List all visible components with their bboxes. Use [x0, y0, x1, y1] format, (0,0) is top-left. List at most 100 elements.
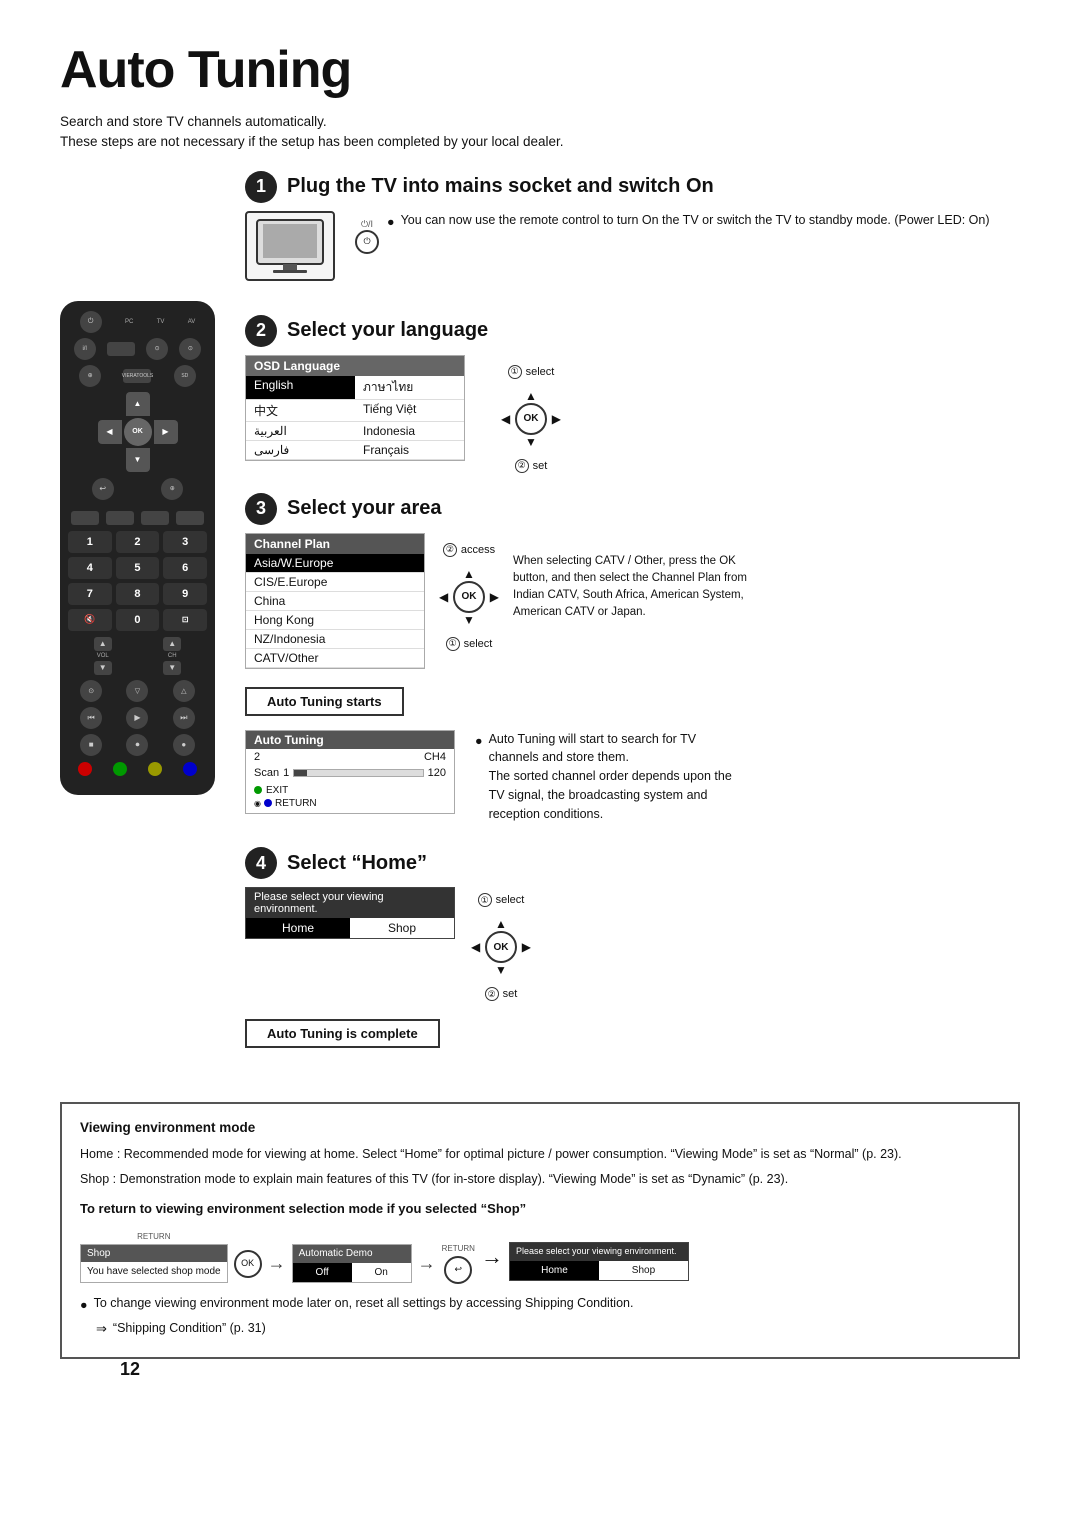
exit-btn[interactable]: EXIT: [254, 785, 446, 796]
ok-circle: OK: [515, 403, 547, 435]
demo-on[interactable]: On: [352, 1263, 411, 1283]
home-option[interactable]: Home: [246, 918, 350, 938]
shop-option2[interactable]: Shop: [599, 1261, 688, 1281]
intro-text: Search and store TV channels automatical…: [60, 112, 1020, 153]
channel-plan-header: Channel Plan: [246, 534, 424, 554]
auto-tuning-btn-label[interactable]: Auto Tuning starts: [245, 687, 404, 716]
dpad-right[interactable]: ▶: [154, 420, 178, 444]
flow-return-circle: ↩: [444, 1256, 472, 1284]
back-btn[interactable]: ↩: [92, 478, 114, 500]
dpad-left[interactable]: ◀: [98, 420, 122, 444]
num-1[interactable]: 1: [68, 531, 112, 553]
step-3-number: 3: [245, 493, 277, 525]
menu-btn[interactable]: ⊕: [79, 365, 101, 387]
ch-up[interactable]: ▲: [163, 637, 181, 651]
area-hongkong[interactable]: Hong Kong: [246, 611, 424, 630]
ff-btn[interactable]: ⏭: [173, 707, 195, 729]
green-btn[interactable]: [113, 762, 127, 776]
exit-label: EXIT: [266, 785, 288, 796]
viera-tools-btn[interactable]: VIERATOOLS: [123, 369, 151, 383]
num-8[interactable]: 8: [116, 583, 160, 605]
intro-line-2: These steps are not necessary if the set…: [60, 132, 1020, 152]
btn-row1-4[interactable]: [176, 511, 204, 525]
play-rew[interactable]: ▽: [126, 680, 148, 702]
auto-complete-label[interactable]: Auto Tuning is complete: [245, 1019, 440, 1048]
rec-btn[interactable]: ⏺: [126, 734, 148, 756]
lang-indonesia[interactable]: Indonesia: [355, 422, 464, 441]
ok-btn[interactable]: OK: [124, 418, 152, 446]
return-row: ◉ RETURN: [254, 798, 446, 809]
lang-english[interactable]: English: [246, 376, 355, 400]
lang-persian[interactable]: فارسی: [246, 441, 355, 460]
dpad[interactable]: ▲ ◀ OK ▶ ▼: [98, 392, 178, 472]
btn-row1-3[interactable]: [141, 511, 169, 525]
area-nz[interactable]: NZ/Indonesia: [246, 630, 424, 649]
vol-down[interactable]: ▼: [94, 661, 112, 675]
sd-btn[interactable]: SD: [174, 365, 196, 387]
num-7[interactable]: 7: [68, 583, 112, 605]
play-btn[interactable]: ▶: [126, 707, 148, 729]
area-china[interactable]: China: [246, 592, 424, 611]
auto-demo-header: Automatic Demo: [293, 1245, 411, 1263]
return-btn[interactable]: ⊕: [161, 478, 183, 500]
input-btn[interactable]: ⊙: [80, 680, 102, 702]
blue-dot: [264, 799, 272, 807]
lang-french[interactable]: Français: [355, 441, 464, 460]
btn-row1-2[interactable]: [106, 511, 134, 525]
ch-down[interactable]: ▼: [163, 661, 181, 675]
home-option2[interactable]: Home: [510, 1261, 599, 1281]
ok-circle-4: OK: [485, 931, 517, 963]
please-select-header2: Please select your viewing environment.: [510, 1243, 688, 1261]
num-5[interactable]: 5: [116, 557, 160, 579]
step2-set-label: set: [533, 460, 548, 472]
step-4-number: 4: [245, 847, 277, 879]
num-0[interactable]: 0: [116, 609, 160, 631]
auto-tuning-starts-btn[interactable]: Auto Tuning starts: [245, 679, 1020, 724]
area-cis[interactable]: CIS/E.Europe: [246, 573, 424, 592]
power-btn[interactable]: ⏻: [80, 311, 102, 333]
shop-option[interactable]: Shop: [350, 918, 454, 938]
red-btn[interactable]: [78, 762, 92, 776]
lang-chinese[interactable]: 中文: [246, 400, 355, 422]
stop-btn[interactable]: ■: [80, 734, 102, 756]
num-mute[interactable]: 🔇: [68, 609, 112, 631]
ch-label: CH4: [424, 751, 446, 763]
num-6[interactable]: 6: [163, 557, 207, 579]
num-2[interactable]: 2: [116, 531, 160, 553]
num-aspect[interactable]: ⊡: [163, 609, 207, 631]
page-title: Auto Tuning: [60, 40, 1020, 100]
lang-thai[interactable]: ภาษาไทย: [355, 376, 464, 400]
subtitle-btn[interactable]: ⊙: [179, 338, 201, 360]
green-dot: [254, 786, 262, 794]
lang-vietnamese[interactable]: Tiếng Việt: [355, 400, 464, 422]
dpad-down[interactable]: ▼: [126, 448, 150, 472]
please-select-box2: Please select your viewing environment. …: [509, 1242, 689, 1281]
num-4[interactable]: 4: [68, 557, 112, 579]
area-asia[interactable]: Asia/W.Europe: [246, 554, 424, 573]
blank-btn[interactable]: [107, 342, 135, 356]
shop-mode-box: Shop You have selected shop mode: [80, 1244, 228, 1283]
vol-up[interactable]: ▲: [94, 637, 112, 651]
info-btn[interactable]: i/l: [74, 338, 96, 360]
auto-demo-area: Automatic Demo Off On: [292, 1244, 412, 1283]
area-catv[interactable]: CATV/Other: [246, 649, 424, 668]
dpad-up[interactable]: ▲: [126, 392, 150, 416]
step-2-content: OSD Language English ภาษาไทย 中文 Tiếng Vi…: [245, 355, 1020, 473]
return-label: RETURN: [275, 798, 317, 809]
extra-btn[interactable]: ●: [173, 734, 195, 756]
btn-row1-1[interactable]: [71, 511, 99, 525]
num-9[interactable]: 9: [163, 583, 207, 605]
rewind-btn[interactable]: ⏮: [80, 707, 102, 729]
scan-num1: 1: [283, 767, 289, 779]
step-1-content: ⏻/I ⏻ ● You can now use the remote contr…: [245, 211, 1020, 295]
demo-off[interactable]: Off: [293, 1263, 352, 1283]
num-3[interactable]: 3: [163, 531, 207, 553]
step-1: 1 Plug the TV into mains socket and swit…: [245, 171, 1020, 295]
blue-btn[interactable]: [183, 762, 197, 776]
ok-circle-3: OK: [453, 581, 485, 613]
lang-arabic[interactable]: العربية: [246, 422, 355, 441]
auto-complete-btn[interactable]: Auto Tuning is complete: [245, 1011, 1020, 1056]
cc-btn[interactable]: ⊙: [146, 338, 168, 360]
yellow-btn[interactable]: [148, 762, 162, 776]
play-fwd[interactable]: △: [173, 680, 195, 702]
